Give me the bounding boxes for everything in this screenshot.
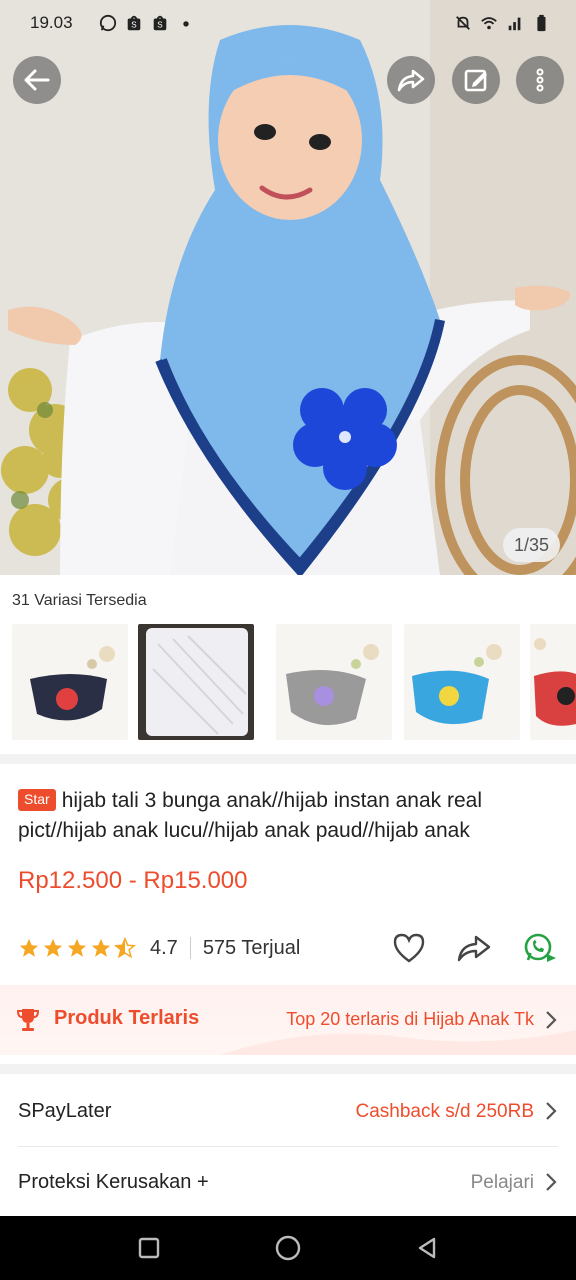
edit-button[interactable] — [452, 56, 500, 104]
dot-icon — [182, 21, 189, 27]
shopee-icon: S — [153, 15, 166, 31]
star-full-icon — [43, 938, 63, 957]
back-button[interactable] — [13, 56, 61, 104]
variation-thumbnail[interactable] — [138, 624, 254, 740]
system-navigation-bar — [0, 1216, 576, 1280]
star-full-icon — [67, 938, 87, 957]
share-icon[interactable] — [456, 932, 492, 964]
signal-icon — [508, 17, 521, 31]
hijab-thumbnail-image — [12, 624, 128, 740]
product-title: hijab tali 3 bunga anak//hijab instan an… — [18, 789, 482, 842]
star-full-icon — [91, 938, 111, 957]
svg-text:S: S — [131, 21, 137, 30]
product-title-block: Star hijab tali 3 bunga anak//hijab insta… — [18, 786, 563, 846]
star-full-icon — [19, 938, 39, 957]
rating-divider — [189, 937, 191, 959]
svg-text:S: S — [157, 21, 163, 30]
arrow-left-icon — [24, 69, 50, 91]
recents-button-icon[interactable] — [137, 1236, 161, 1260]
shopee-icon: S — [127, 15, 140, 31]
battery-icon — [537, 14, 546, 32]
spaylater-cashback: Cashback s/d 250RB — [355, 1101, 535, 1122]
damage-protection-label: Proteksi Kerusakan + — [18, 1171, 209, 1193]
hijab-thumbnail-image — [276, 624, 392, 740]
best-seller-banner[interactable]: Produk Terlaris Top 20 terlaris di Hijab… — [0, 985, 576, 1055]
status-time: 19.03 — [30, 13, 73, 32]
variation-thumbnail[interactable] — [404, 624, 520, 740]
product-image-gallery[interactable]: 19.03 S S 1/35 — [0, 0, 576, 575]
product-price: Rp12.500 - Rp15.000 — [18, 867, 248, 894]
variation-thumbnail[interactable] — [12, 624, 128, 740]
banner-wave-decoration — [220, 1029, 576, 1055]
whatsapp-share-icon[interactable] — [522, 931, 558, 965]
more-vertical-icon — [536, 68, 544, 92]
rating-row: 4.7 575 Terjual — [18, 928, 558, 968]
heart-icon[interactable] — [392, 932, 426, 964]
star-seller-badge: Star — [18, 789, 56, 811]
chevron-right-icon — [546, 1173, 557, 1191]
more-options-button[interactable] — [516, 56, 564, 104]
spaylater-label: SPayLater — [18, 1100, 112, 1122]
trophy-icon — [16, 1009, 40, 1031]
image-counter: 1/35 — [502, 528, 560, 562]
sold-count: 575 Terjual — [202, 936, 301, 959]
hijab-thumbnail-image — [404, 624, 520, 740]
star-half-icon — [114, 937, 136, 959]
mute-icon — [456, 16, 470, 30]
back-triangle-icon[interactable] — [415, 1236, 439, 1260]
variation-thumbnails[interactable] — [0, 624, 576, 742]
hijab-thumbnail-image — [138, 624, 254, 740]
section-divider — [0, 754, 576, 764]
edit-icon — [464, 69, 487, 92]
share-button[interactable] — [387, 56, 435, 104]
wifi-icon — [481, 17, 497, 30]
share-icon — [397, 69, 425, 92]
variation-thumbnail[interactable] — [276, 624, 392, 740]
chevron-right-icon — [546, 1102, 557, 1120]
section-divider — [0, 1064, 576, 1074]
variation-thumbnail[interactable] — [530, 624, 576, 740]
damage-protection-learn: Pelajari — [470, 1172, 534, 1193]
rating-value: 4.7 — [150, 936, 178, 959]
best-seller-label: Produk Terlaris — [54, 1007, 200, 1029]
home-button-icon[interactable] — [274, 1234, 302, 1262]
variations-title: 31 Variasi Tersedia — [12, 592, 147, 609]
spaylater-row[interactable]: SPayLater Cashback s/d 250RB — [0, 1076, 576, 1146]
damage-protection-row[interactable]: Proteksi Kerusakan + Pelajari — [0, 1147, 576, 1217]
whatsapp-icon — [99, 14, 116, 32]
rating-stars — [18, 937, 136, 959]
hijab-thumbnail-image — [530, 624, 576, 740]
status-bar: 19.03 S S — [0, 0, 576, 46]
